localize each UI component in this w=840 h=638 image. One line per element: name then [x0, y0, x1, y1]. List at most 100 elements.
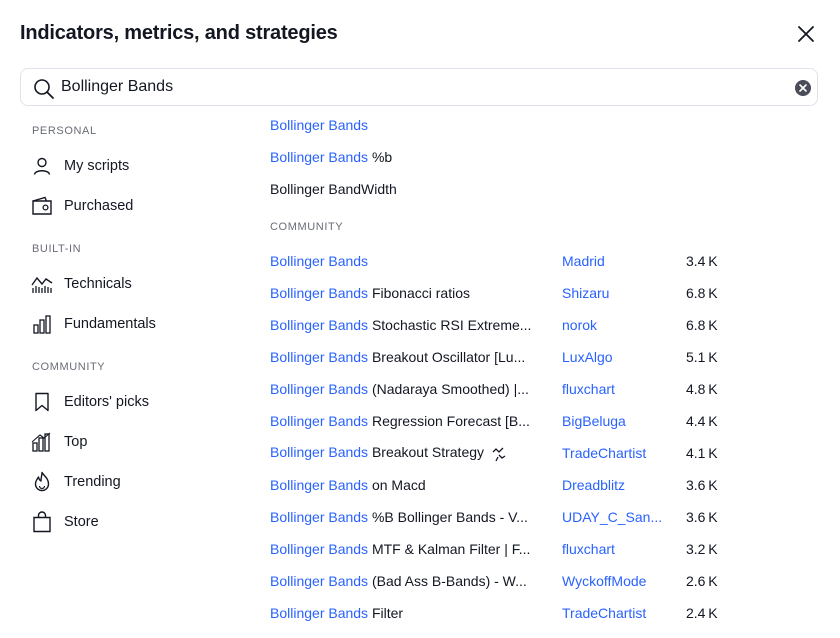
user-icon — [31, 155, 53, 177]
boost-count: 4.8 K — [686, 381, 718, 397]
strategy-icon — [492, 447, 506, 461]
section-label-built-in: BUILT-IN — [32, 243, 82, 255]
bookmark-icon — [31, 391, 53, 413]
search-icon — [34, 79, 54, 99]
result-rest: Bollinger BandWidth — [270, 181, 397, 197]
section-label-community: COMMUNITY — [32, 361, 106, 373]
search-box[interactable] — [20, 68, 818, 106]
section-label-personal: PERSONAL — [32, 125, 97, 137]
list-item[interactable]: Bollinger Bands %b — [270, 142, 820, 172]
table-row[interactable]: Bollinger Bands MTF & Kalman Filter | F.… — [270, 534, 820, 564]
close-button[interactable] — [794, 22, 818, 46]
result-highlight: Bollinger Bands — [270, 573, 369, 589]
sidebar-item-label: My scripts — [64, 158, 130, 174]
table-row[interactable]: Bollinger Bands Breakout Strategy TradeC… — [270, 438, 820, 468]
sidebar-item-technicals[interactable]: Technicals — [20, 266, 240, 302]
close-icon[interactable] — [797, 25, 815, 43]
sidebar-item-purchased[interactable]: Purchased — [20, 188, 240, 224]
technicals-chart-icon — [31, 273, 53, 295]
result-rest: MTF & Kalman Filter | F... — [368, 541, 531, 557]
boost-count: 5.1 K — [686, 349, 718, 365]
result-rest: (Bad Ass B-Bands) - W... — [368, 573, 527, 589]
boost-count: 6.8 K — [686, 285, 718, 301]
result-highlight: Bollinger Bands — [270, 444, 369, 461]
indicators-dialog: Indicators, metrics, and strategies PERS… — [0, 0, 840, 638]
sidebar-item-store[interactable]: Store — [20, 504, 240, 540]
author-link[interactable]: WyckoffMode — [562, 573, 662, 589]
sidebar-item-trending[interactable]: Trending — [20, 464, 240, 500]
author-link[interactable]: fluxchart — [562, 541, 662, 557]
table-row[interactable]: Bollinger Bands (Nadaraya Smoothed) |...… — [270, 374, 820, 404]
table-row[interactable]: Bollinger Bands Regression Forecast [B..… — [270, 406, 820, 436]
author-link[interactable]: Shizaru — [562, 285, 662, 301]
top-bars-icon — [31, 431, 53, 453]
search-input[interactable] — [61, 75, 761, 99]
author-link[interactable]: Madrid — [562, 253, 662, 269]
boost-count: 3.6 K — [686, 509, 718, 525]
sidebar-item-label: Purchased — [64, 198, 134, 214]
author-link[interactable]: norok — [562, 317, 662, 333]
clear-search-icon[interactable] — [795, 80, 811, 96]
table-row[interactable]: Bollinger Bands Madrid 3.4 K — [270, 246, 820, 276]
author-link[interactable]: LuxAlgo — [562, 349, 662, 365]
boost-count: 2.6 K — [686, 573, 718, 589]
result-highlight: Bollinger Bands — [270, 117, 369, 133]
trending-flame-icon — [31, 471, 53, 493]
author-link[interactable]: TradeChartist — [562, 445, 662, 461]
table-row[interactable]: Bollinger Bands %B Bollinger Bands - V..… — [270, 502, 820, 532]
result-rest: on Macd — [368, 477, 426, 493]
boost-count: 3.2 K — [686, 541, 718, 557]
sidebar-item-top[interactable]: Top — [20, 424, 240, 460]
author-link[interactable]: UDAY_C_San... — [562, 509, 662, 525]
result-rest: Regression Forecast [B... — [368, 413, 530, 429]
result-rest: Filter — [368, 605, 404, 621]
author-link[interactable]: BigBeluga — [562, 413, 662, 429]
result-highlight: Bollinger Bands — [270, 285, 369, 301]
table-row[interactable]: Bollinger Bands Filter TradeChartist 2.4… — [270, 598, 820, 628]
sidebar-item-label: Store — [64, 514, 99, 530]
result-rest: Breakout Oscillator [Lu... — [368, 349, 526, 365]
result-highlight: Bollinger Bands — [270, 541, 369, 557]
result-rest: Breakout Strategy — [368, 444, 485, 461]
sidebar-item-my-scripts[interactable]: My scripts — [20, 148, 240, 184]
sidebar-item-label: Technicals — [64, 276, 132, 292]
boost-count: 4.1 K — [686, 445, 718, 461]
table-row[interactable]: Bollinger Bands Breakout Oscillator [Lu.… — [270, 342, 820, 372]
community-section-label: COMMUNITY — [270, 221, 344, 233]
boost-count: 4.4 K — [686, 413, 718, 429]
result-rest: Fibonacci ratios — [368, 285, 470, 301]
table-row[interactable]: Bollinger Bands on Macd Dreadblitz 3.6 K — [270, 470, 820, 500]
result-highlight: Bollinger Bands — [270, 381, 369, 397]
wallet-icon — [31, 195, 53, 217]
boost-count: 2.4 K — [686, 605, 718, 621]
sidebar-item-label: Top — [64, 434, 88, 450]
result-highlight: Bollinger Bands — [270, 605, 369, 621]
table-row[interactable]: Bollinger Bands Stochastic RSI Extreme..… — [270, 310, 820, 340]
list-item[interactable]: Bollinger BandWidth — [270, 174, 820, 204]
sidebar-item-editors-picks[interactable]: Editors' picks — [20, 384, 240, 420]
author-link[interactable]: Dreadblitz — [562, 477, 662, 493]
table-row[interactable]: Bollinger Bands (Bad Ass B-Bands) - W...… — [270, 566, 820, 596]
result-highlight: Bollinger Bands — [270, 317, 369, 333]
result-highlight: Bollinger Bands — [270, 349, 369, 365]
shopping-bag-icon — [31, 511, 53, 533]
result-highlight: Bollinger Bands — [270, 413, 369, 429]
result-highlight: Bollinger Bands — [270, 149, 369, 165]
result-rest: (Nadaraya Smoothed) |... — [368, 381, 529, 397]
sidebar-item-fundamentals[interactable]: Fundamentals — [20, 306, 240, 342]
boost-count: 6.8 K — [686, 317, 718, 333]
dialog-title: Indicators, metrics, and strategies — [20, 22, 338, 44]
author-link[interactable]: fluxchart — [562, 381, 662, 397]
result-highlight: Bollinger Bands — [270, 253, 369, 269]
result-rest: %b — [368, 149, 393, 165]
sidebar-item-label: Editors' picks — [64, 394, 149, 410]
boost-count: 3.6 K — [686, 477, 718, 493]
table-row[interactable]: Bollinger Bands Fibonacci ratios Shizaru… — [270, 278, 820, 308]
list-item[interactable]: Bollinger Bands — [270, 110, 820, 140]
result-highlight: Bollinger Bands — [270, 509, 369, 525]
sidebar-item-label: Fundamentals — [64, 316, 156, 332]
result-highlight: Bollinger Bands — [270, 477, 369, 493]
author-link[interactable]: TradeChartist — [562, 605, 662, 621]
boost-count: 3.4 K — [686, 253, 718, 269]
result-rest: Stochastic RSI Extreme... — [368, 317, 532, 333]
